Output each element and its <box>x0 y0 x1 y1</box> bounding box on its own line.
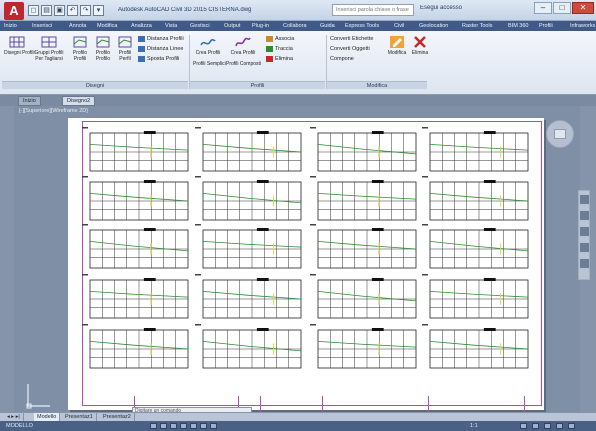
snap-icon[interactable] <box>160 423 167 429</box>
autocad-window: A ◻ ▤ ▣ ↶ ↷ ▾ Autodesk AutoCAD Civil 3D … <box>0 0 596 431</box>
ucs-icon <box>26 384 50 409</box>
fullscreen-icon[interactable] <box>556 423 563 429</box>
profile-sheet <box>422 324 529 369</box>
polar-icon[interactable] <box>180 423 187 429</box>
profile-sheet <box>310 274 417 319</box>
viewcube-icon[interactable] <box>554 129 566 139</box>
profile-sheet <box>422 274 529 319</box>
profile-sheet <box>310 224 417 269</box>
lineweight-icon[interactable] <box>210 423 217 429</box>
full-navigation-wheel-icon[interactable] <box>580 195 589 204</box>
showmotion-icon[interactable] <box>580 259 589 268</box>
profile-sheet <box>422 127 529 172</box>
profile-sheet <box>82 127 189 172</box>
otrack-icon[interactable] <box>200 423 207 429</box>
profile-sheet <box>310 176 417 221</box>
zoom-icon[interactable] <box>580 227 589 236</box>
profile-sheet <box>422 176 529 221</box>
annotation-scale[interactable]: 1:1 <box>470 421 478 431</box>
ortho-icon[interactable] <box>170 423 177 429</box>
status-bar: MODELLO 1:1 <box>0 421 596 431</box>
customize-icon[interactable] <box>568 423 575 429</box>
grid-icon[interactable] <box>150 423 157 429</box>
layout-tab-bar: ◂ ▸ ▸| Modello Presentaz1 Presentaz2 <box>0 412 596 422</box>
profile-sheet <box>82 324 189 369</box>
hardware-acceleration-icon[interactable] <box>544 423 551 429</box>
profile-sheet <box>82 176 189 221</box>
osnap-icon[interactable] <box>190 423 197 429</box>
navigation-bar <box>578 190 590 280</box>
status-mode[interactable]: MODELLO <box>6 421 33 431</box>
profile-sheet <box>422 224 529 269</box>
profile-sheet <box>195 224 302 269</box>
pan-icon[interactable] <box>580 211 589 220</box>
profile-sheet <box>310 324 417 369</box>
profile-sheet <box>195 274 302 319</box>
profile-sheet <box>82 224 189 269</box>
profile-sheet <box>195 176 302 221</box>
profile-sheets <box>82 127 529 369</box>
orbit-icon[interactable] <box>580 243 589 252</box>
workspace-icon[interactable] <box>520 423 527 429</box>
profile-sheet <box>310 127 417 172</box>
profile-sheet <box>195 324 302 369</box>
profile-sheet <box>82 274 189 319</box>
isolate-icon[interactable] <box>532 423 539 429</box>
profile-sheet <box>195 127 302 172</box>
